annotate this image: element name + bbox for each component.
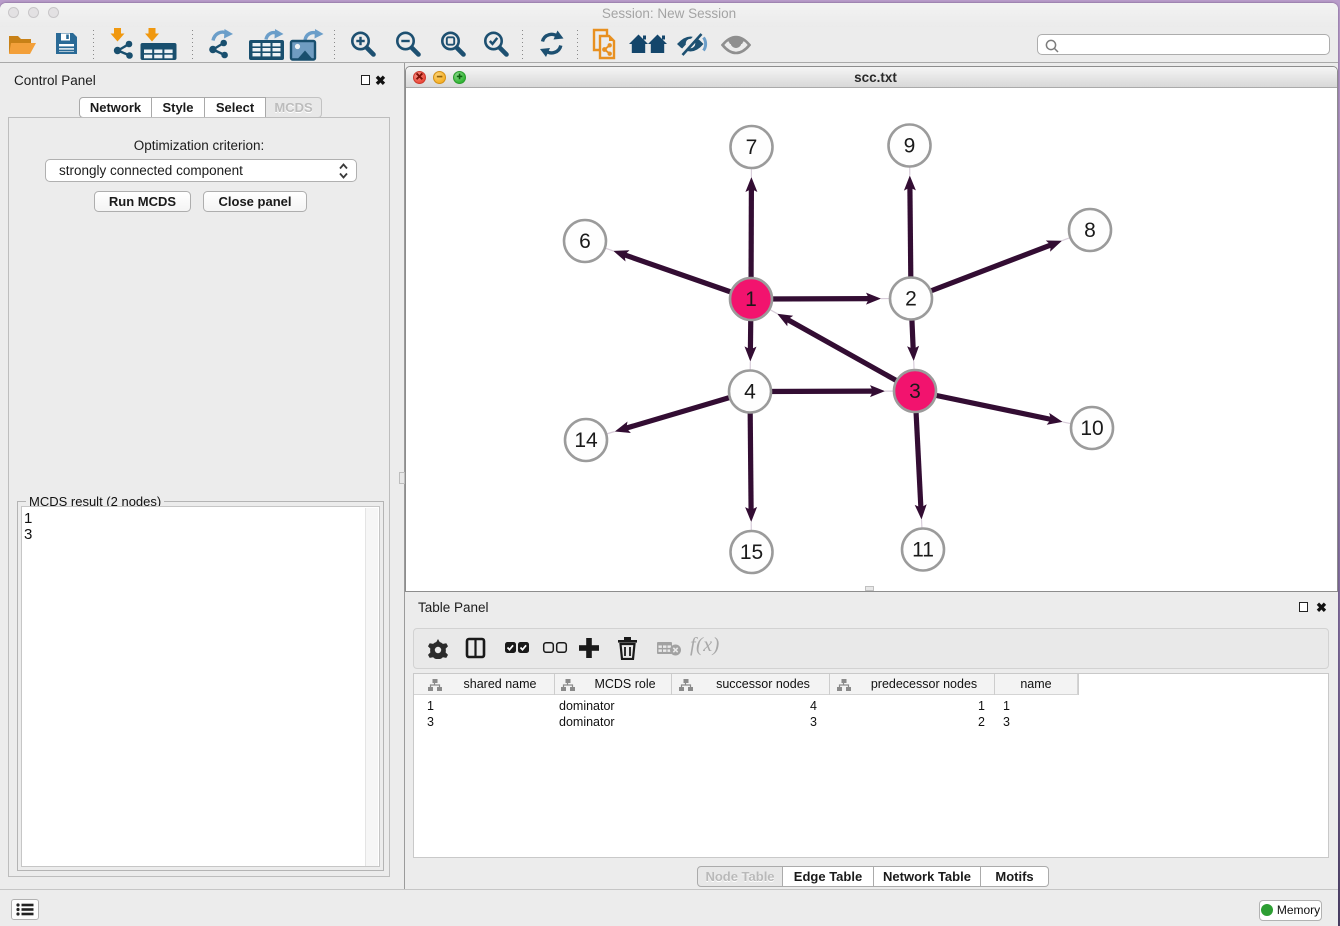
svg-text:1: 1 [745, 288, 757, 311]
svg-text:15: 15 [740, 541, 763, 564]
svg-text:7: 7 [746, 136, 758, 159]
svg-text:4: 4 [744, 381, 756, 404]
svg-text:8: 8 [1084, 219, 1096, 242]
svg-text:6: 6 [579, 230, 591, 253]
svg-text:9: 9 [904, 135, 916, 158]
svg-text:2: 2 [905, 288, 917, 311]
svg-text:11: 11 [912, 539, 934, 562]
svg-text:3: 3 [909, 380, 921, 403]
svg-text:14: 14 [574, 429, 598, 452]
svg-text:10: 10 [1080, 417, 1103, 440]
